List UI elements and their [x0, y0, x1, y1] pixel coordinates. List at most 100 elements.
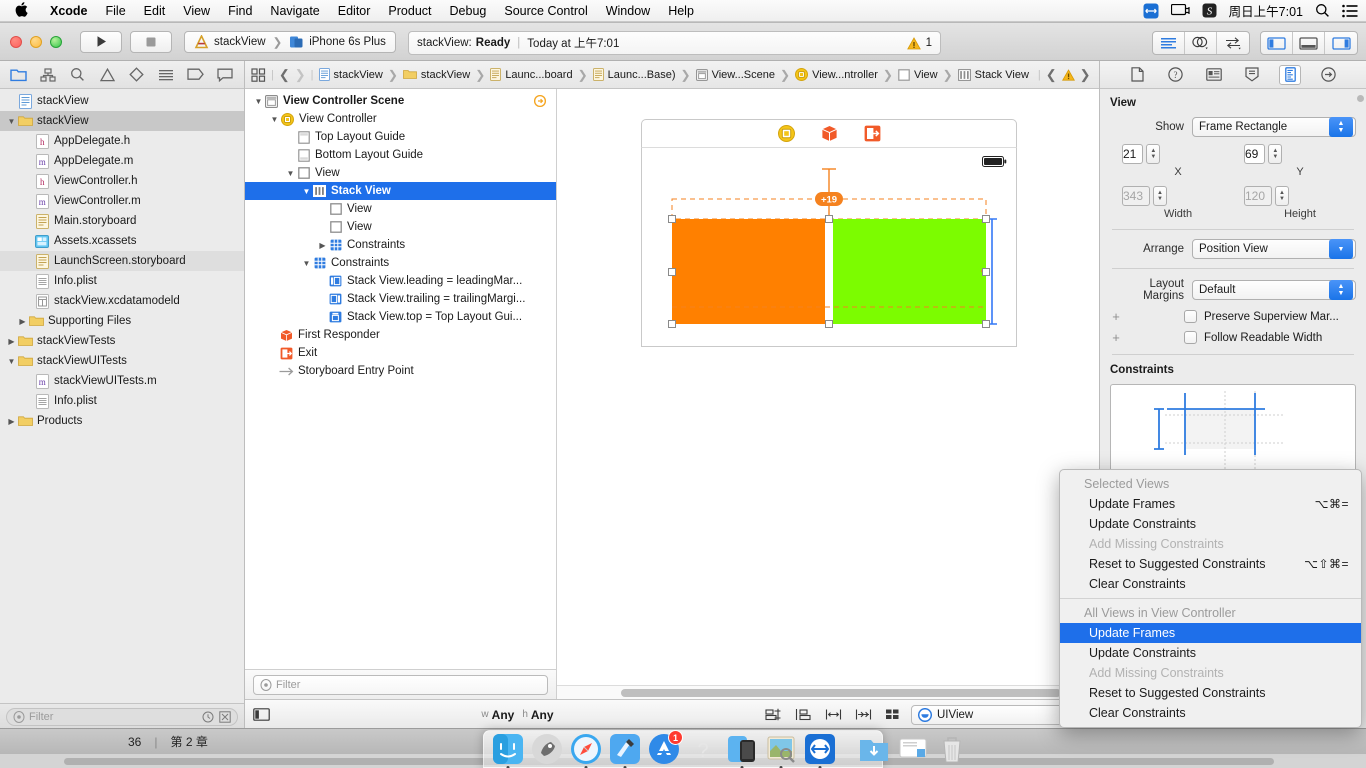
ctx-selected-update-frames[interactable]: Update Frames ⌥⌘=	[1060, 494, 1361, 514]
outline-row-bottom-layout-guide[interactable]: Bottom Layout Guide	[245, 146, 556, 164]
dock-item-finder[interactable]	[492, 733, 524, 768]
issue-navigator-icon[interactable]	[96, 65, 118, 85]
follow-readable-width-row[interactable]: + Follow Readable Width	[1110, 330, 1356, 345]
width-field[interactable]: 343	[1122, 186, 1151, 206]
airplay-icon[interactable]	[1170, 3, 1190, 18]
twisty-right-icon[interactable]: ▶	[317, 241, 328, 250]
nav-row-products[interactable]: ▶ Products	[0, 411, 244, 431]
twisty-right-icon[interactable]: ▶	[17, 317, 28, 326]
attributes-inspector-icon[interactable]	[1241, 65, 1263, 85]
twisty-right-icon[interactable]: ▶	[6, 417, 17, 426]
resolve-issues-icon[interactable]	[825, 708, 842, 721]
zoom-window-button[interactable]	[50, 35, 62, 48]
resizing-behaviour-icon[interactable]	[855, 708, 872, 721]
teamviewer-icon[interactable]	[1143, 3, 1159, 19]
dock[interactable]: 1 ?	[483, 730, 961, 768]
assistant-editor-icon[interactable]	[1185, 32, 1217, 54]
nav-row-xcdatamodeld[interactable]: stackView.xcdatamodeld	[0, 291, 244, 311]
add-variation-icon[interactable]: +	[1110, 330, 1122, 345]
outline-row-scene[interactable]: ▼ View Controller Scene	[245, 92, 556, 110]
menu-navigate[interactable]: Navigate	[261, 4, 328, 18]
symbol-navigator-icon[interactable]	[37, 65, 59, 85]
menu-window[interactable]: Window	[597, 4, 659, 18]
show-utilities-icon[interactable]	[1325, 32, 1357, 54]
scheme-selector[interactable]: stackView ❯ iPhone 6s Plus	[184, 30, 396, 53]
breadcrumb-storyboard-base[interactable]: Launc...Base)	[592, 68, 676, 81]
run-button[interactable]	[80, 30, 122, 53]
menu-clock[interactable]: 周日上午7:01	[1229, 1, 1303, 20]
nav-row-launchscreen-storyboard[interactable]: LaunchScreen.storyboard	[0, 251, 244, 271]
menu-file[interactable]: File	[97, 4, 135, 18]
toggle-document-outline-icon[interactable]	[253, 708, 270, 721]
nav-row-uitests-info-plist[interactable]: Info.plist	[0, 391, 244, 411]
align-icon[interactable]	[765, 708, 782, 721]
breadcrumb-stackview[interactable]: Stack View	[957, 69, 1029, 81]
nav-row-stackviewuitests[interactable]: ▼ stackViewUITests	[0, 351, 244, 371]
pin-icon[interactable]	[795, 708, 812, 721]
project-navigator-tree[interactable]: stackView ▼ stackView h AppDelegate.h m …	[0, 89, 244, 703]
dock-item-teamviewer[interactable]	[804, 733, 836, 768]
menu-source-control[interactable]: Source Control	[495, 4, 596, 18]
dock-item-launchpad[interactable]	[531, 733, 563, 765]
recent-icon[interactable]	[202, 711, 214, 723]
source-control-icon[interactable]	[219, 710, 231, 723]
breadcrumb-folder[interactable]: stackView	[403, 69, 470, 81]
autolayout-context-menu[interactable]: Selected Views Update Frames ⌥⌘= Update …	[1059, 469, 1362, 728]
stop-button[interactable]	[130, 30, 172, 53]
first-responder-icon[interactable]	[821, 125, 838, 142]
interface-builder-canvas[interactable]: +19	[557, 89, 1099, 699]
issue-next-button[interactable]: ❯	[1080, 67, 1091, 83]
outline-row-exit[interactable]: Exit	[245, 344, 556, 362]
scene-dock[interactable]	[641, 119, 1017, 147]
nav-row-appdelegate-h[interactable]: h AppDelegate.h	[0, 131, 244, 151]
ctx-all-reset-to-suggested[interactable]: Reset to Suggested Constraints	[1060, 683, 1361, 703]
document-outline-tree[interactable]: ▼ View Controller Scene ▼ View Controlle…	[245, 89, 556, 669]
size-inspector-icon[interactable]	[1279, 64, 1302, 85]
apple-icon[interactable]	[0, 1, 41, 18]
show-popup[interactable]: Frame Rectangle ▲ ▼	[1192, 117, 1356, 137]
nav-row-supporting-files[interactable]: ▶ Supporting Files	[0, 311, 244, 331]
twisty-down-icon[interactable]: ▼	[269, 115, 280, 124]
show-debug-area-icon[interactable]	[1293, 32, 1325, 54]
breadcrumb-project[interactable]: stackView	[318, 68, 383, 81]
outline-row-constraint-top[interactable]: Stack View.top = Top Layout Gui...	[245, 308, 556, 326]
height-field[interactable]: 120	[1244, 186, 1273, 206]
notification-center-icon[interactable]	[1342, 4, 1358, 18]
nav-row-viewcontroller-m[interactable]: m ViewController.m	[0, 191, 244, 211]
search-icon[interactable]	[1315, 3, 1330, 18]
twisty-right-icon[interactable]: ▶	[6, 337, 17, 346]
dock-item-preview[interactable]	[765, 733, 797, 768]
outline-row-first-responder[interactable]: First Responder	[245, 326, 556, 344]
minimize-window-button[interactable]	[30, 35, 42, 48]
y-field[interactable]: 69	[1244, 144, 1266, 164]
connections-inspector-icon[interactable]	[1318, 65, 1340, 85]
report-navigator-icon[interactable]	[214, 65, 236, 85]
follow-readable-width-checkbox[interactable]	[1184, 331, 1197, 344]
twisty-down-icon[interactable]: ▼	[6, 117, 17, 126]
ctx-all-update-frames[interactable]: Update Frames	[1060, 623, 1361, 643]
nav-row-stackviewtests[interactable]: ▶ stackViewTests	[0, 331, 244, 351]
breadcrumb-viewcontroller[interactable]: View...ntroller	[795, 68, 878, 81]
menu-product[interactable]: Product	[379, 4, 440, 18]
x-field[interactable]: 21	[1122, 144, 1144, 164]
outline-row-entry-point[interactable]: Storyboard Entry Point	[245, 362, 556, 380]
ctx-selected-update-constraints[interactable]: Update Constraints	[1060, 514, 1361, 534]
close-window-button[interactable]	[10, 35, 22, 48]
nav-row-main-storyboard[interactable]: Main.storyboard	[0, 211, 244, 231]
nav-row-project[interactable]: stackView	[0, 91, 244, 111]
outline-row-view[interactable]: ▼ View	[245, 164, 556, 182]
twisty-down-icon[interactable]: ▼	[301, 187, 312, 196]
navigator-tab-bar[interactable]	[0, 61, 244, 89]
chevron-updown-icon[interactable]: ▲ ▼	[1329, 117, 1353, 137]
ctx-all-update-constraints[interactable]: Update Constraints	[1060, 643, 1361, 663]
outline-row-constraint-trailing[interactable]: Stack View.trailing = trailingMargi...	[245, 290, 556, 308]
identity-inspector-icon[interactable]	[1203, 65, 1225, 85]
outline-row-child-view-2[interactable]: View	[245, 218, 556, 236]
outline-row-top-layout-guide[interactable]: Top Layout Guide	[245, 128, 556, 146]
device-canvas[interactable]: +19	[641, 147, 1017, 347]
breadcrumb-storyboard[interactable]: Launc...board	[490, 68, 573, 81]
find-navigator-icon[interactable]	[67, 65, 89, 85]
chevron-down-icon[interactable]: ▼	[1329, 239, 1353, 259]
twisty-down-icon[interactable]: ▼	[6, 357, 17, 366]
arrange-popup[interactable]: Position View ▼	[1192, 239, 1356, 259]
